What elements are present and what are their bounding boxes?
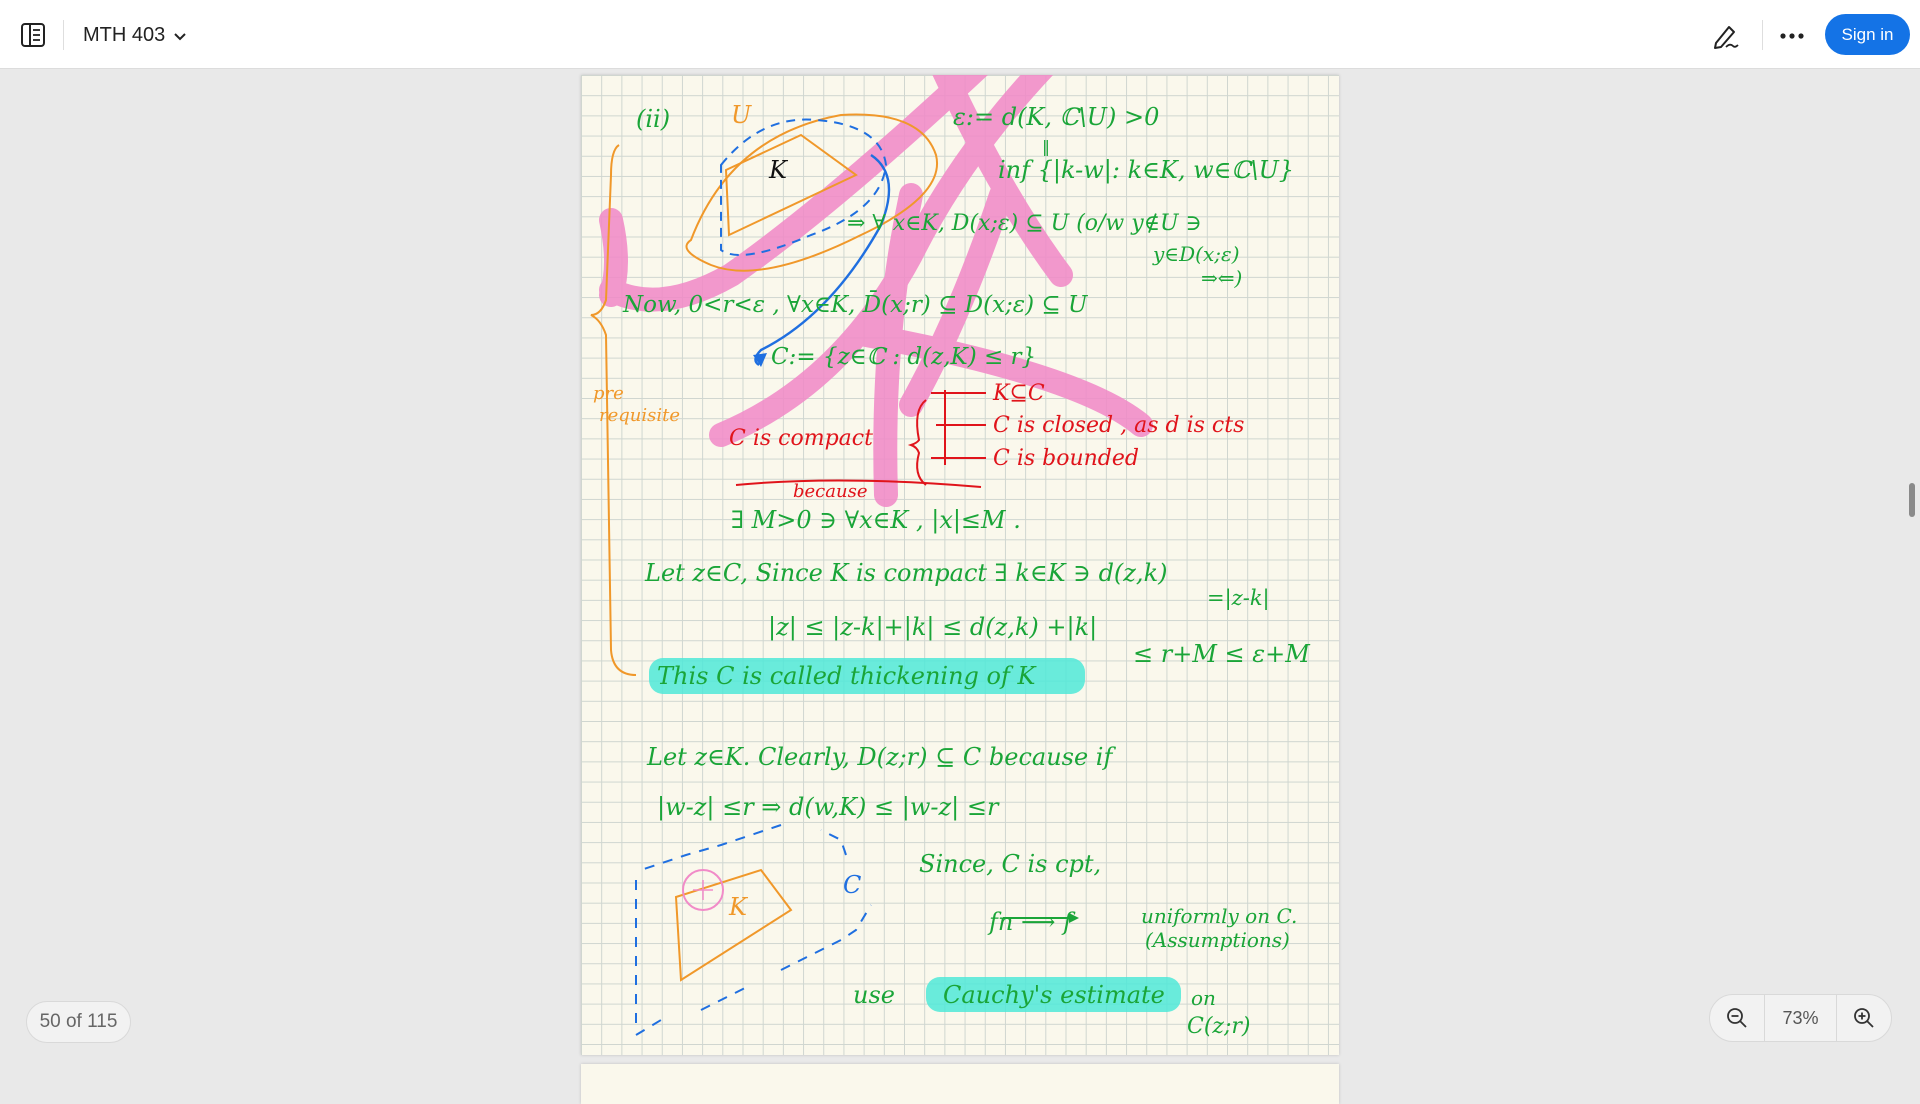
more-options-icon: [1780, 33, 1804, 39]
note-ineq: |z| ≤ |z-k|+|k| ≤ d(z,k) +|k|: [768, 613, 1097, 642]
note-let1: Let z∈C, Since K is compact ∃ k∈K ∋ d(z,…: [644, 559, 1167, 587]
note-fig-C: C: [843, 871, 861, 899]
note-let2: Let z∈K. Clearly, D(z;r) ⊆ C because if: [646, 743, 1116, 771]
sign-in-button[interactable]: Sign in: [1825, 14, 1910, 55]
note-eps: ε:= d(K, ℂ\U) >0: [953, 103, 1159, 131]
zoom-out-button[interactable]: [1710, 995, 1764, 1041]
sidebar-toggle-button[interactable]: [18, 20, 48, 50]
document-title: MTH 403: [83, 23, 166, 46]
note-unif: uniformly on C.: [1141, 904, 1297, 928]
chevron-down-icon: [174, 33, 186, 41]
note-K: K: [768, 156, 789, 184]
zoom-controls: 73%: [1709, 994, 1892, 1042]
handwritten-notes: (ii) U K ε:= d(K, ℂ\U) >0 ‖ inf {|k-w|: …: [590, 75, 1311, 1039]
note-forall3: ⇒⇐): [1201, 266, 1242, 290]
next-page-edge: [581, 1064, 1339, 1104]
note-cauchy: Cauchy's estimate: [943, 981, 1165, 1009]
zoom-level[interactable]: 73%: [1764, 995, 1837, 1041]
note-eq: ‖: [1042, 137, 1050, 156]
note-forall1: ⇒ ∀ x∈K, D(x;ε) ⊆ U (o/w y∉U ∋: [847, 211, 1202, 236]
note-pre1: pre: [593, 383, 624, 404]
note-fig-K: K: [728, 893, 749, 921]
note-ii: (ii): [636, 105, 670, 133]
document-page: (ii) U K ε:= d(K, ℂ\U) >0 ‖ inf {|k-w|: …: [581, 75, 1339, 1055]
compact-set-figure: [635, 824, 872, 1036]
note-fn: fn ⟶ f: [987, 908, 1076, 936]
note-cclosed: C is closed , as d is cts: [993, 413, 1244, 438]
note-cdef: C:= {z∈ℂ : d(z,K) ≤ r}: [771, 344, 1036, 370]
zoom-in-button[interactable]: [1837, 995, 1891, 1041]
note-let1b: =|z-k|: [1207, 586, 1270, 611]
zoom-in-icon: [1853, 1008, 1874, 1028]
note-U: U: [731, 101, 752, 129]
note-forall2: y∈D(x;ε): [1152, 242, 1240, 266]
note-compact: C is compact: [729, 426, 873, 451]
note-cz: C(z;r): [1187, 1014, 1251, 1039]
note-thickening: This C is called thickening of K: [657, 662, 1038, 690]
note-cbounded: C is bounded: [993, 446, 1139, 471]
vertical-scrollbar-thumb[interactable]: [1909, 483, 1915, 517]
top-toolbar: MTH 403 Sign in: [0, 0, 1920, 69]
document-title-dropdown[interactable]: MTH 403: [83, 21, 187, 49]
note-w: |w-z| ≤r ⇒ d(w,K) ≤ |w-z| ≤r: [657, 793, 1000, 822]
more-options-button[interactable]: [1774, 20, 1810, 52]
annotate-button[interactable]: [1709, 20, 1741, 52]
sidebar-toggle-icon: [21, 23, 45, 47]
zoom-out-icon: [1727, 1008, 1747, 1028]
page-counter: 50 of 115: [26, 1001, 131, 1043]
note-since: Since, C is cpt,: [919, 850, 1101, 878]
note-use: use: [853, 981, 895, 1009]
note-now: Now, 0<r<ε , ∀x∈K, D̄(x;r) ⊆ D(x;ε) ⊆ U: [622, 291, 1089, 318]
note-pre2: requisite: [599, 405, 680, 426]
pen-annotate-icon: [1714, 26, 1739, 49]
note-assump: (Assumptions): [1145, 928, 1290, 952]
note-on: on: [1191, 986, 1216, 1010]
toolbar-divider: [1762, 20, 1763, 50]
note-ineq2: ≤ r+M ≤ ε+M: [1133, 640, 1311, 668]
note-because: because: [793, 481, 867, 502]
note-exists: ∃ M>0 ∋ ∀x∈K , |x|≤M .: [731, 506, 1021, 535]
note-inf: inf {|k-w|: k∈K, w∈ℂ\U}: [998, 156, 1294, 185]
toolbar-divider: [63, 20, 64, 50]
note-kc: K⊆C: [992, 381, 1045, 406]
